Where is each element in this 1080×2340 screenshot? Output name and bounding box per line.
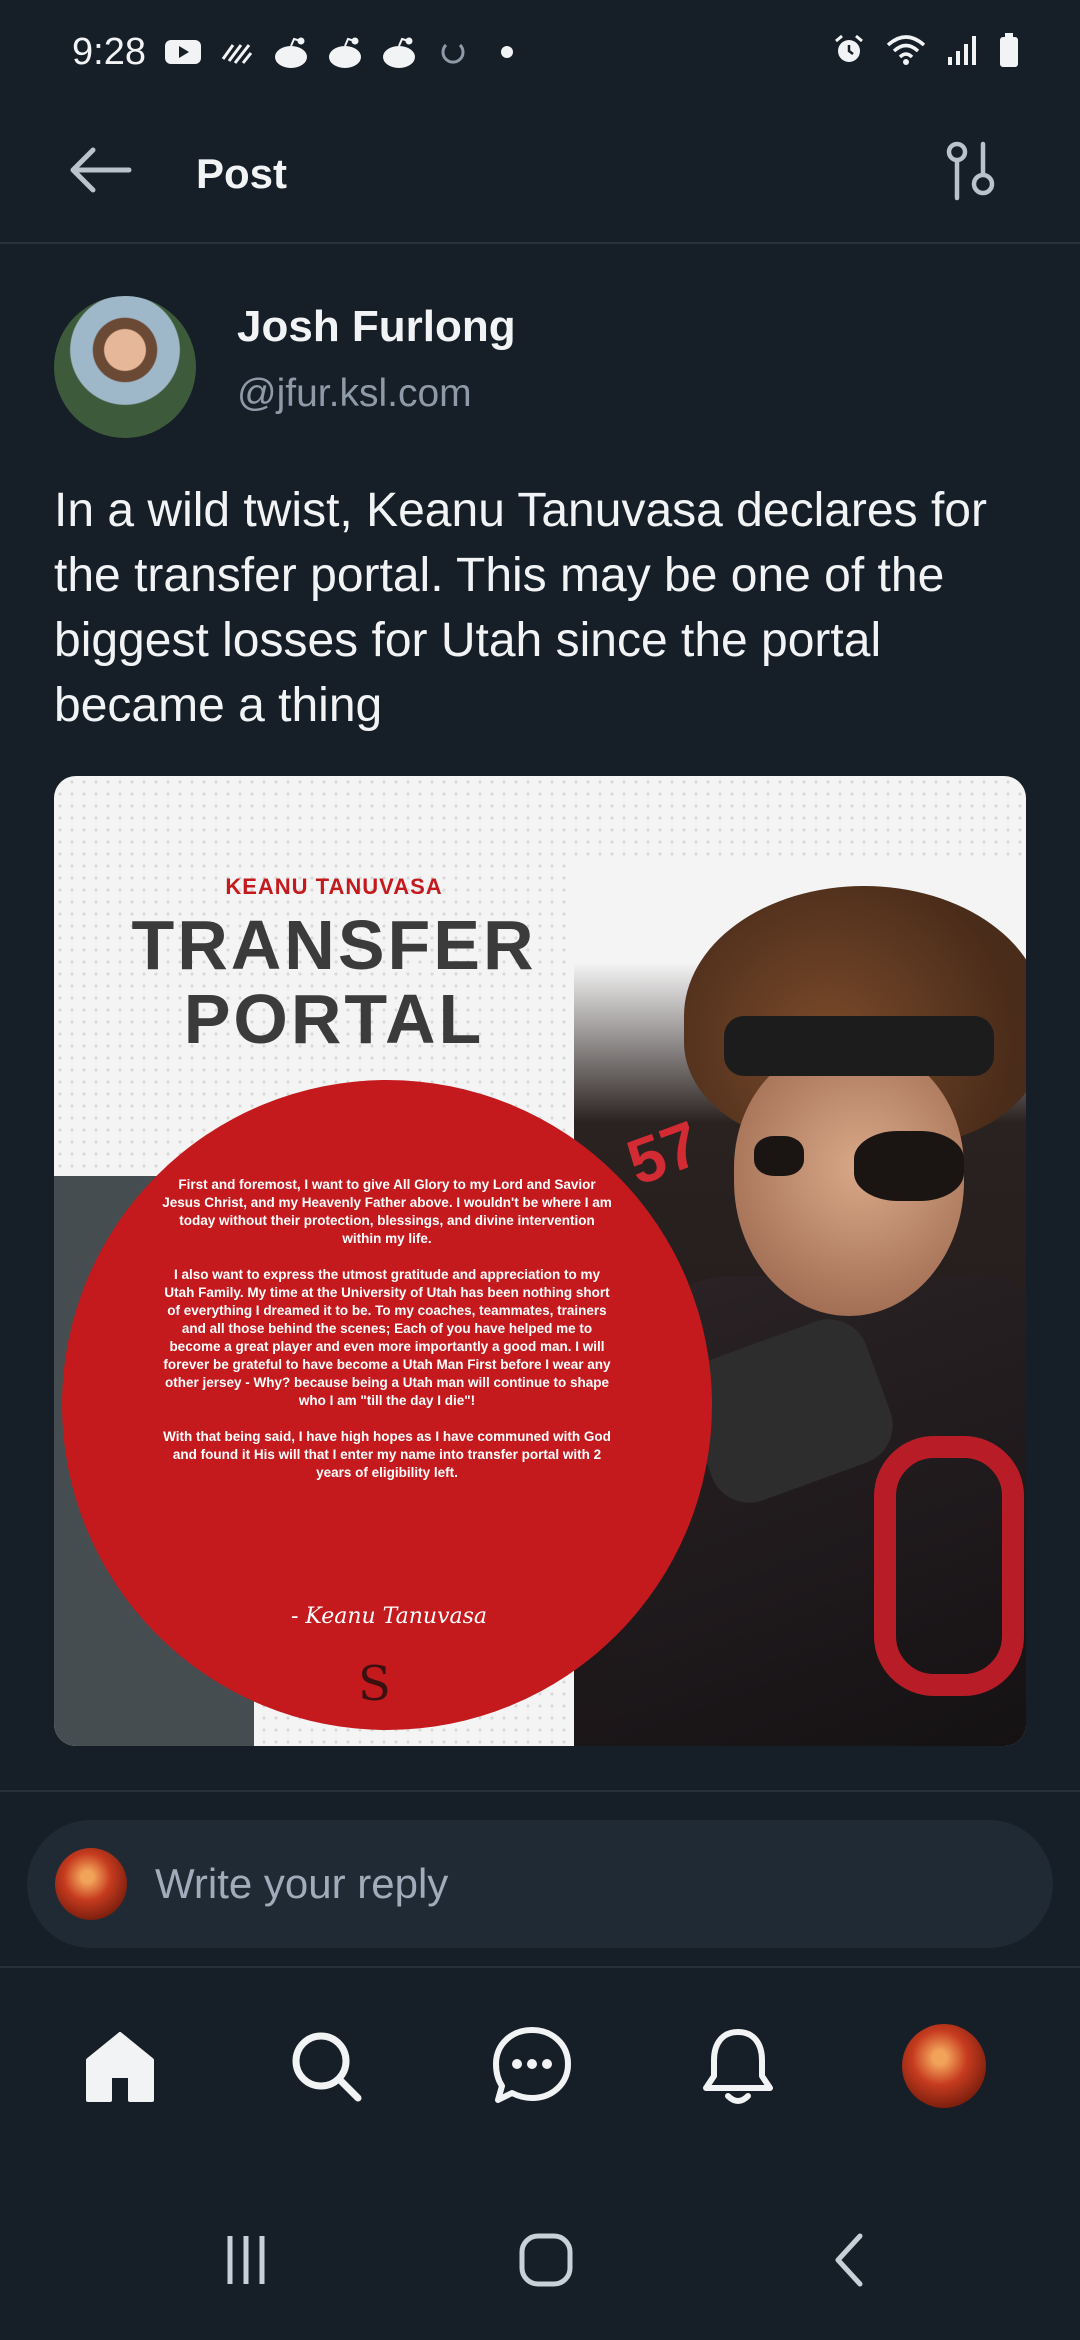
- nav-home-button[interactable]: [70, 2016, 170, 2116]
- home-system-button[interactable]: [496, 2220, 596, 2300]
- search-icon: [292, 2032, 362, 2102]
- system-navigation-bar: [0, 2180, 1080, 2340]
- top-app-bar: Post: [0, 104, 1080, 244]
- jersey-number-stripe: [874, 1436, 1024, 1696]
- chevron-left-icon: [835, 2233, 863, 2287]
- back-button[interactable]: [62, 132, 138, 208]
- graphic-title-line1: TRANSFER: [131, 906, 537, 984]
- thread-settings-button[interactable]: [930, 126, 1010, 216]
- profile-avatar: [902, 2024, 986, 2108]
- arrow-left-icon: [70, 147, 132, 193]
- graphic-player-name: KEANU TANUVASA: [225, 874, 443, 899]
- eye-black-right: [854, 1131, 964, 1201]
- battery-icon: [998, 32, 1020, 73]
- author-name[interactable]: Josh Furlong: [237, 302, 516, 352]
- nav-profile-button[interactable]: [894, 2016, 994, 2116]
- chat-icon: [493, 2027, 571, 2103]
- recent-apps-button[interactable]: [196, 2220, 296, 2300]
- reddit-icon: [380, 33, 418, 71]
- nav-search-button[interactable]: [276, 2016, 376, 2116]
- author-handle[interactable]: @jfur.ksl.com: [237, 372, 472, 416]
- letter-paragraph: I also want to express the utmost gratit…: [163, 1267, 611, 1408]
- recent-apps-icon: [227, 2236, 265, 2284]
- home-outline-icon: [519, 2233, 573, 2287]
- reddit-icon: [326, 33, 364, 71]
- reply-input-placeholder[interactable]: Write your reply: [155, 1860, 448, 1908]
- status-system-icons: [832, 32, 1020, 73]
- post-body-text: In a wild twist, Keanu Tanuvasa declares…: [54, 484, 987, 732]
- current-user-avatar: [55, 1848, 127, 1920]
- graphic-signature: - Keanu Tanuvasa: [290, 1604, 488, 1629]
- status-time: 9:28: [72, 30, 146, 73]
- page-title: Post: [196, 150, 288, 197]
- author-avatar[interactable]: [54, 296, 196, 438]
- home-icon: [86, 2032, 154, 2102]
- letter-paragraph: First and foremost, I want to give All G…: [162, 1177, 612, 1246]
- wifi-icon: [884, 33, 928, 72]
- post-author[interactable]: Josh Furlong @jfur.ksl.com: [54, 296, 1034, 440]
- reply-composer[interactable]: Write your reply: [27, 1820, 1053, 1948]
- status-bar: 9:28: [0, 0, 1080, 104]
- notifications-icon: [703, 2029, 773, 2104]
- youtube-icon: [164, 33, 202, 71]
- dot-icon: [488, 33, 526, 71]
- post-image[interactable]: 57 KEANU TANUVASA TRANSFER PORTAL First …: [54, 776, 1026, 1746]
- graphic-title-line2: PORTAL: [183, 980, 485, 1058]
- sliders-icon: [946, 141, 995, 201]
- back-system-button[interactable]: [800, 2220, 900, 2300]
- signal-app-icon: [218, 33, 256, 71]
- alarm-icon: [832, 33, 866, 72]
- eye-black-left: [754, 1136, 804, 1176]
- nav-notifications-button[interactable]: [688, 2016, 788, 2116]
- graphic-logo: S: [358, 1656, 391, 1712]
- divider: [0, 1790, 1080, 1792]
- graphic-letter: First and foremost, I want to give All G…: [162, 1176, 612, 1500]
- sync-icon: [434, 33, 472, 71]
- letter-paragraph: With that being said, I have high hopes …: [163, 1429, 611, 1480]
- cell-signal-icon: [946, 33, 980, 72]
- reddit-icon: [272, 33, 310, 71]
- player-headband: [724, 1016, 994, 1076]
- status-notification-icons: [164, 33, 526, 71]
- bottom-navigation: [0, 1966, 1080, 2156]
- nav-chat-button[interactable]: [482, 2016, 582, 2116]
